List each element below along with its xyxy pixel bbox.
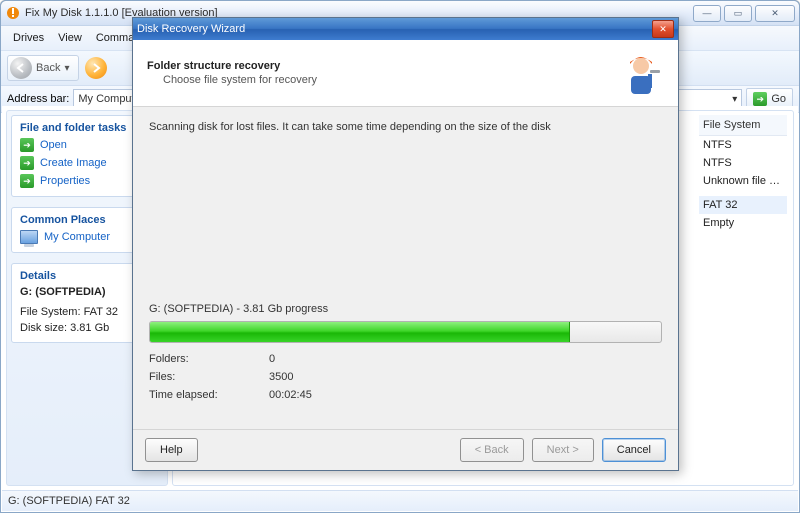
filesystem-col-head[interactable]: File System <box>699 115 787 136</box>
go-arrow-icon: ➔ <box>753 92 767 106</box>
app-icon <box>5 5 21 21</box>
progress-label: G: (SOFTPEDIA) - 3.81 Gb progress <box>149 303 662 315</box>
cancel-button[interactable]: Cancel <box>602 438 666 462</box>
back-arrow-icon <box>10 57 32 79</box>
back-step-button: < Back <box>460 438 524 462</box>
arrow-icon: ➔ <box>20 174 34 188</box>
dialog-titlebar[interactable]: Disk Recovery Wizard ✕ <box>133 18 678 40</box>
fs-row[interactable]: Unknown file sys… <box>699 172 787 190</box>
recovery-wizard-dialog: Disk Recovery Wizard ✕ Folder structure … <box>132 17 679 471</box>
dialog-title: Disk Recovery Wizard <box>137 23 652 35</box>
menu-drives[interactable]: Drives <box>7 31 50 45</box>
close-button[interactable]: ✕ <box>755 5 795 22</box>
maximize-button[interactable]: ▭ <box>724 5 752 22</box>
folders-value: 0 <box>269 353 662 365</box>
minimize-button[interactable]: — <box>693 5 721 22</box>
scan-message: Scanning disk for lost files. It can tak… <box>149 121 662 133</box>
address-dropdown-icon[interactable]: ▾ <box>732 94 737 105</box>
files-value: 3500 <box>269 371 662 383</box>
progress-fill <box>150 322 570 342</box>
arrow-icon: ➔ <box>20 138 34 152</box>
stats-grid: Folders: 0 Files: 3500 Time elapsed: 00:… <box>149 353 662 401</box>
go-label: Go <box>771 93 786 105</box>
elapsed-value: 00:02:45 <box>269 389 662 401</box>
folders-label: Folders: <box>149 353 269 365</box>
fs-row[interactable]: Empty <box>699 214 787 232</box>
back-button[interactable]: Back ▾ <box>7 55 79 81</box>
fs-row[interactable]: NTFS <box>699 136 787 154</box>
computer-icon <box>20 230 38 244</box>
files-label: Files: <box>149 371 269 383</box>
status-text: G: (SOFTPEDIA) FAT 32 <box>8 495 130 507</box>
help-button[interactable]: Help <box>145 438 198 462</box>
dialog-close-button[interactable]: ✕ <box>652 20 674 38</box>
fs-row[interactable]: NTFS <box>699 154 787 172</box>
dialog-heading: Folder structure recovery <box>147 60 618 72</box>
dialog-subheading: Choose file system for recovery <box>163 74 618 86</box>
progress-bar <box>149 321 662 343</box>
next-step-button: Next > <box>532 438 594 462</box>
dialog-footer: Help < Back Next > Cancel <box>133 429 678 470</box>
address-label: Address bar: <box>7 93 69 105</box>
arrow-icon: ➔ <box>20 156 34 170</box>
dialog-body: Scanning disk for lost files. It can tak… <box>133 107 678 429</box>
main-window: Fix My Disk 1.1.1.0 [Evaluation version]… <box>0 0 800 513</box>
worker-icon <box>618 50 664 96</box>
dialog-header: Folder structure recovery Choose file sy… <box>133 40 678 107</box>
chevron-down-icon: ▾ <box>64 63 69 74</box>
menu-view[interactable]: View <box>52 31 88 45</box>
filesystem-column: File System NTFS NTFS Unknown file sys… … <box>699 115 787 232</box>
back-label: Back <box>36 62 60 74</box>
elapsed-label: Time elapsed: <box>149 389 269 401</box>
forward-button[interactable] <box>85 57 107 79</box>
fs-row-selected[interactable]: FAT 32 <box>699 196 787 214</box>
statusbar: G: (SOFTPEDIA) FAT 32 <box>2 490 798 511</box>
